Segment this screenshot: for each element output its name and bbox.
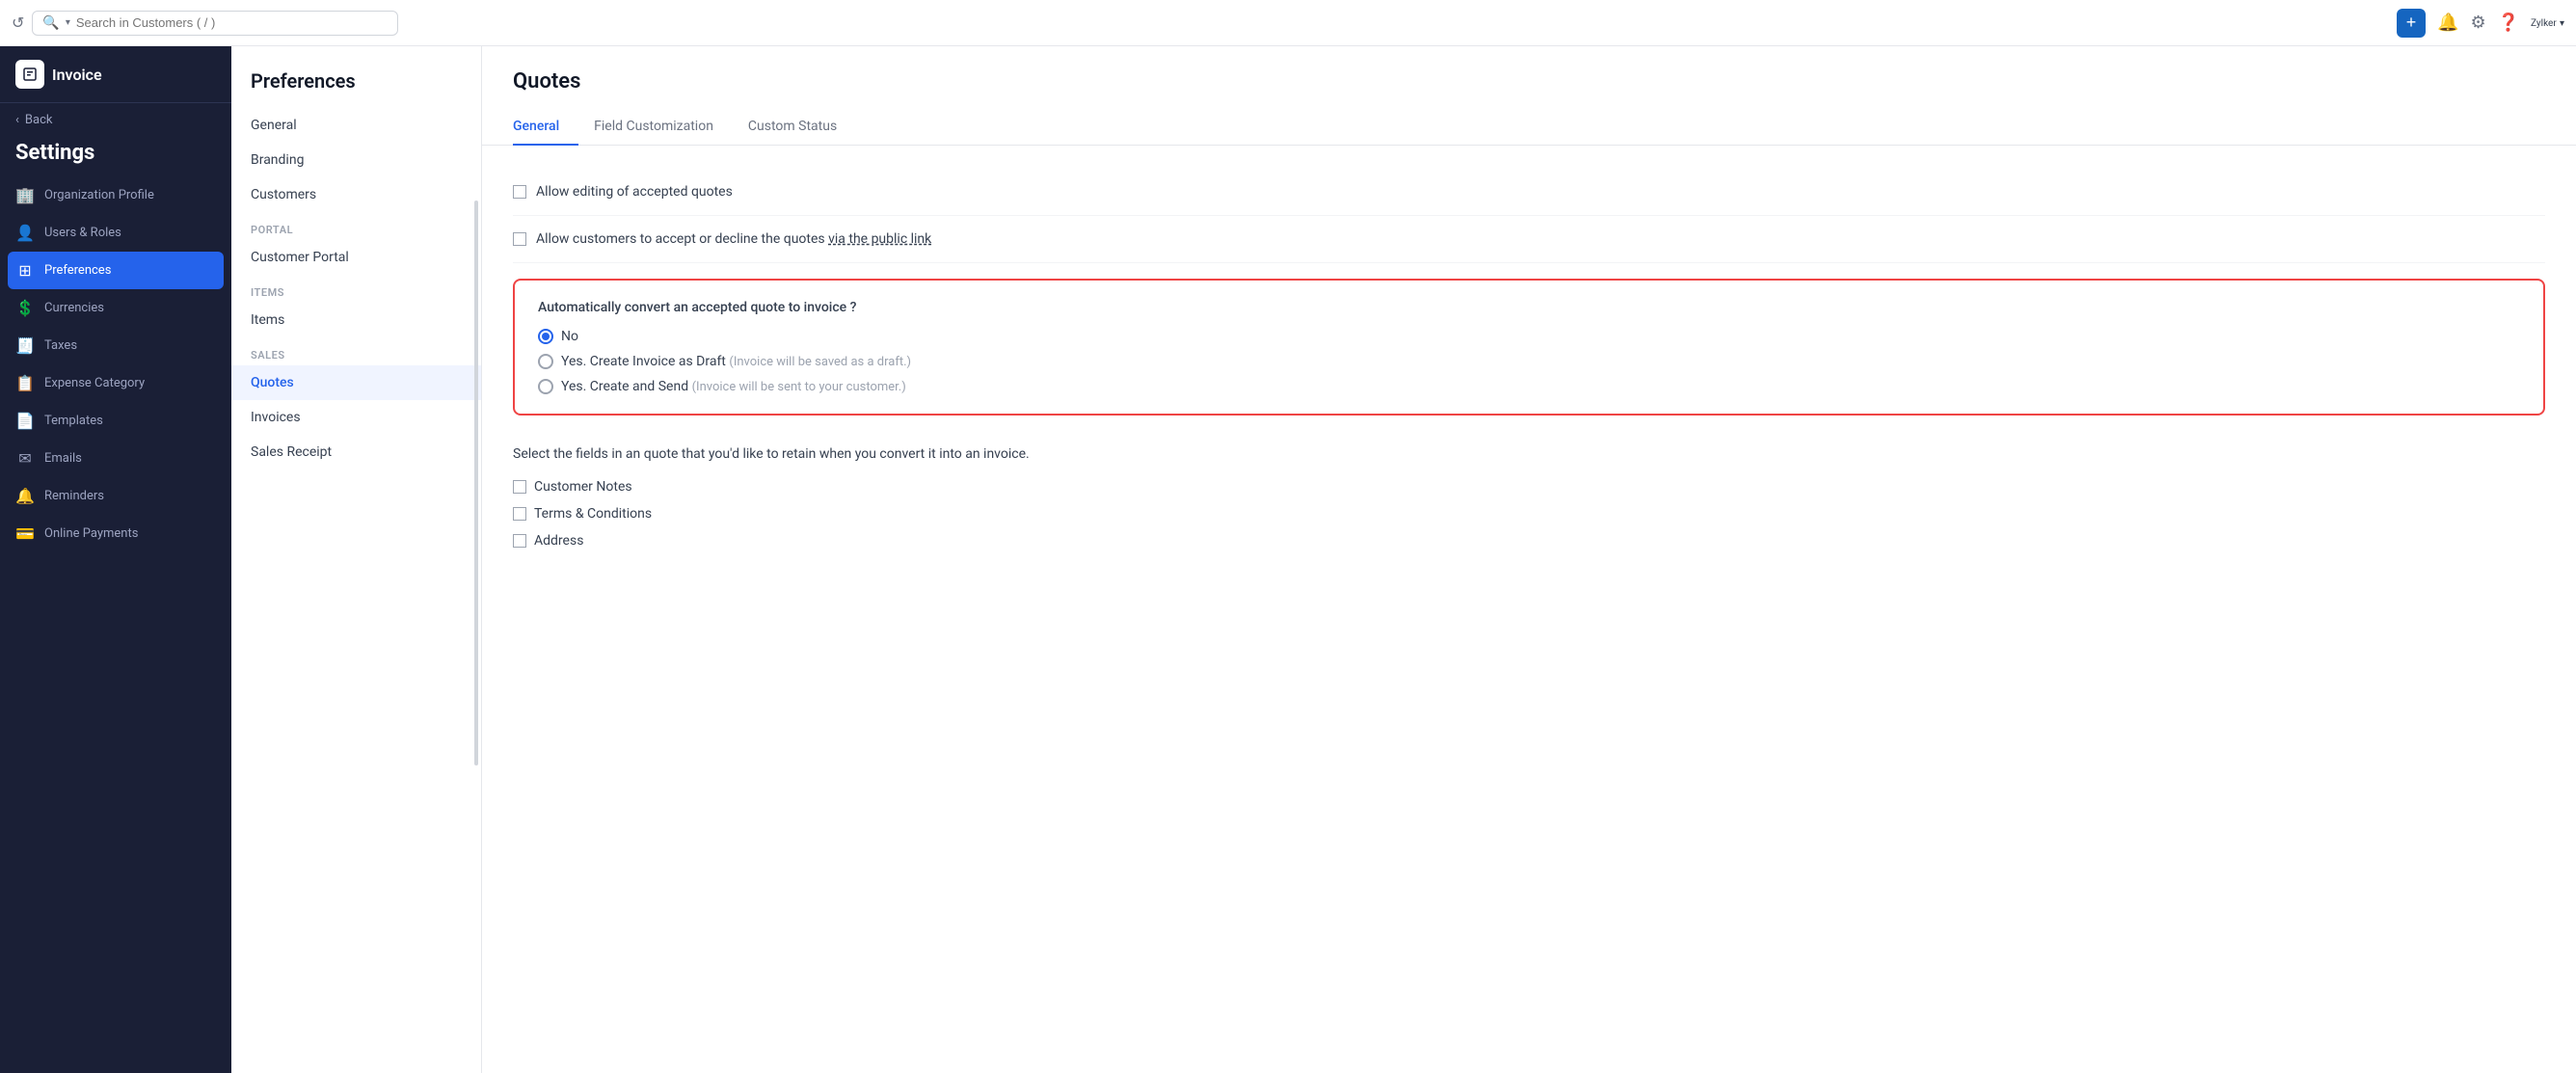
tab-field-customization[interactable]: Field Customization bbox=[594, 109, 733, 146]
user-label[interactable]: Zylker ▾ bbox=[2531, 15, 2564, 30]
content-title: Quotes bbox=[513, 69, 2545, 94]
sidebar-item-organization-profile[interactable]: 🏢 Organization Profile bbox=[0, 176, 231, 214]
search-input[interactable] bbox=[76, 15, 389, 30]
prefs-item-customer-portal[interactable]: Customer Portal bbox=[231, 240, 481, 275]
sidebar-item-currencies[interactable]: 💲 Currencies bbox=[0, 289, 231, 327]
convert-quote-title: Automatically convert an accepted quote … bbox=[538, 300, 2520, 315]
tab-general[interactable]: General bbox=[513, 109, 578, 146]
customer-notes-label: Customer Notes bbox=[534, 479, 632, 495]
prefs-item-quotes[interactable]: Quotes bbox=[231, 365, 481, 400]
notification-icon[interactable]: 🔔 bbox=[2437, 13, 2458, 33]
organization-icon: 🏢 bbox=[15, 186, 35, 204]
allow-editing-label: Allow editing of accepted quotes bbox=[536, 184, 733, 200]
prefs-section-sales: SALES bbox=[231, 337, 481, 365]
radio-yes-send-label: Yes. Create and Send (Invoice will be se… bbox=[561, 379, 906, 394]
prefs-item-customers[interactable]: Customers bbox=[231, 177, 481, 212]
radio-yes-send-hint: (Invoice will be sent to your customer.) bbox=[692, 380, 906, 394]
checkbox-customer-notes: Customer Notes bbox=[513, 473, 2545, 500]
sidebar-brand: Invoice bbox=[0, 46, 231, 103]
customer-notes-checkbox[interactable] bbox=[513, 480, 526, 494]
back-chevron-icon: ‹ bbox=[15, 113, 19, 127]
preferences-panel: Preferences General Branding Customers P… bbox=[231, 46, 482, 1073]
allow-customers-label: Allow customers to accept or decline the… bbox=[536, 231, 931, 247]
currencies-icon: 💲 bbox=[15, 299, 35, 317]
scroll-bar bbox=[474, 201, 478, 765]
brand-name: Invoice bbox=[52, 66, 102, 84]
sidebar-item-preferences[interactable]: ⊞ Preferences bbox=[8, 252, 224, 289]
tab-custom-status[interactable]: Custom Status bbox=[748, 109, 856, 146]
allow-editing-checkbox[interactable] bbox=[513, 185, 526, 199]
tabs-bar: General Field Customization Custom Statu… bbox=[482, 109, 2576, 146]
checkbox-address: Address bbox=[513, 527, 2545, 554]
sidebar-item-templates[interactable]: 📄 Templates bbox=[0, 402, 231, 440]
content-area: Quotes General Field Customization Custo… bbox=[482, 46, 2576, 1073]
help-icon[interactable]: ❓ bbox=[2498, 13, 2519, 33]
setting-allow-customers: Allow customers to accept or decline the… bbox=[513, 216, 2545, 263]
taxes-icon: 🧾 bbox=[15, 336, 35, 355]
convert-quote-box: Automatically convert an accepted quote … bbox=[513, 279, 2545, 416]
brand-icon bbox=[15, 60, 44, 89]
prefs-item-general[interactable]: General bbox=[231, 108, 481, 143]
settings-title: Settings bbox=[0, 137, 231, 176]
public-link-text: via the public link bbox=[828, 231, 931, 247]
checkbox-terms-conditions: Terms & Conditions bbox=[513, 500, 2545, 527]
topbar-right: + 🔔 ⚙ ❓ Zylker ▾ bbox=[2397, 9, 2564, 38]
add-button[interactable]: + bbox=[2397, 9, 2426, 38]
prefs-item-invoices[interactable]: Invoices bbox=[231, 400, 481, 435]
sidebar-item-online-payments[interactable]: 💳 Online Payments bbox=[0, 515, 231, 552]
preferences-title: Preferences bbox=[231, 46, 481, 108]
sidebar-item-taxes[interactable]: 🧾 Taxes bbox=[0, 327, 231, 364]
radio-option-no[interactable]: No bbox=[538, 329, 2520, 344]
content-header: Quotes bbox=[482, 46, 2576, 94]
prefs-item-items[interactable]: Items bbox=[231, 303, 481, 337]
radio-option-yes-draft[interactable]: Yes. Create Invoice as Draft (Invoice wi… bbox=[538, 354, 2520, 369]
topbar: ↺ 🔍 ▾ + 🔔 ⚙ ❓ Zylker ▾ bbox=[0, 0, 2576, 46]
radio-yes-draft-input[interactable] bbox=[538, 354, 553, 369]
expense-icon: 📋 bbox=[15, 374, 35, 392]
search-bar: 🔍 ▾ bbox=[32, 11, 398, 36]
templates-icon: 📄 bbox=[15, 412, 35, 430]
search-dropdown-icon[interactable]: ▾ bbox=[66, 17, 70, 28]
settings-icon[interactable]: ⚙ bbox=[2470, 13, 2485, 33]
preferences-icon: ⊞ bbox=[15, 261, 35, 280]
radio-yes-draft-label: Yes. Create Invoice as Draft (Invoice wi… bbox=[561, 354, 911, 369]
payments-icon: 💳 bbox=[15, 524, 35, 543]
radio-option-yes-send[interactable]: Yes. Create and Send (Invoice will be se… bbox=[538, 379, 2520, 394]
back-button[interactable]: ‹ Back bbox=[0, 103, 231, 137]
main-layout: Invoice ‹ Back Settings 🏢 Organization P… bbox=[0, 46, 2576, 1073]
address-label: Address bbox=[534, 533, 583, 549]
refresh-icon[interactable]: ↺ bbox=[12, 13, 24, 32]
content-body: Allow editing of accepted quotes Allow c… bbox=[482, 146, 2576, 577]
emails-icon: ✉ bbox=[15, 449, 35, 468]
search-icon: 🔍 bbox=[42, 15, 59, 31]
fields-section-title: Select the fields in an quote that you'd… bbox=[513, 431, 2545, 473]
sidebar-item-expense-category[interactable]: 📋 Expense Category bbox=[0, 364, 231, 402]
allow-customers-checkbox[interactable] bbox=[513, 232, 526, 246]
radio-yes-draft-hint: (Invoice will be saved as a draft.) bbox=[729, 355, 911, 369]
sidebar-item-users-roles[interactable]: 👤 Users & Roles bbox=[0, 214, 231, 252]
sidebar-item-emails[interactable]: ✉ Emails bbox=[0, 440, 231, 477]
sidebar: Invoice ‹ Back Settings 🏢 Organization P… bbox=[0, 46, 231, 1073]
reminders-icon: 🔔 bbox=[15, 487, 35, 505]
sidebar-item-reminders[interactable]: 🔔 Reminders bbox=[0, 477, 231, 515]
prefs-item-branding[interactable]: Branding bbox=[231, 143, 481, 177]
radio-no-input[interactable] bbox=[538, 329, 553, 344]
prefs-item-sales-receipt[interactable]: Sales Receipt bbox=[231, 435, 481, 469]
terms-conditions-checkbox[interactable] bbox=[513, 507, 526, 521]
topbar-left: ↺ 🔍 ▾ bbox=[12, 11, 398, 36]
address-checkbox[interactable] bbox=[513, 534, 526, 548]
prefs-section-items: ITEMS bbox=[231, 275, 481, 303]
radio-no-label: No bbox=[561, 329, 578, 344]
prefs-section-portal: PORTAL bbox=[231, 212, 481, 240]
radio-yes-send-input[interactable] bbox=[538, 379, 553, 394]
users-icon: 👤 bbox=[15, 224, 35, 242]
terms-conditions-label: Terms & Conditions bbox=[534, 506, 652, 522]
setting-allow-editing: Allow editing of accepted quotes bbox=[513, 169, 2545, 216]
